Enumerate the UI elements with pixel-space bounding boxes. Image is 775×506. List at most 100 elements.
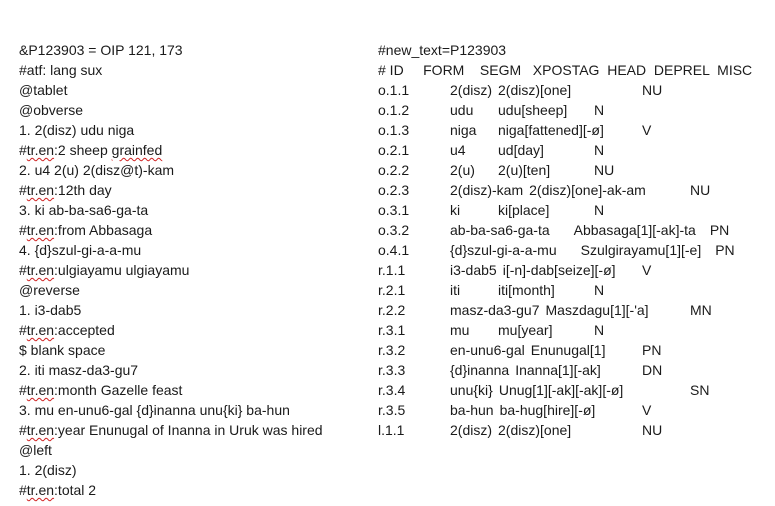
token-segm: 2(disz)[one]-ak-am [529, 182, 646, 198]
atf-line: &P123903 = OIP 121, 173 [19, 42, 183, 58]
token-xpostag: MN [690, 302, 712, 318]
token-id: o.1.3 [378, 122, 410, 138]
atf-line: #tr.en:month Gazelle feast [19, 382, 183, 398]
atf-line: 2. iti masz-da3-gu7 [19, 362, 139, 378]
atf-line: 4. {d}szul-gi-a-a-mu [19, 242, 142, 258]
atf-line: @obverse [19, 102, 84, 118]
token-form: mu [450, 322, 470, 338]
atf-line: #tr.en:year Enunugal of Inanna in Uruk w… [19, 422, 323, 438]
token-row: l.1.1 2(disz) 2(disz)[one] NU [378, 420, 773, 440]
token-row: o.3.2 ab-ba-sa6-ga-ta Abbasaga[1][-ak]-ta P… [378, 220, 773, 240]
spellcheck-flag: tr.en [26, 482, 55, 498]
token-segm: niga[fattened][-ø] [498, 122, 604, 138]
token-row: o.2.3 2(disz)-kam 2(disz)[one]-ak-am NU [378, 180, 773, 200]
token-xpostag: N [594, 142, 605, 158]
spellcheck-flag: tr.en [26, 142, 55, 158]
token-segm: iti[month] [498, 282, 555, 298]
token-row: r.3.5 ba-hun ba-hug[hire][-ø] V [378, 400, 773, 420]
token-form: ba-hun [450, 402, 494, 418]
token-xpostag: N [594, 282, 605, 298]
token-xpostag: V [642, 122, 652, 138]
atf-line: #tr.en:2 sheep grainfed [19, 142, 163, 158]
token-form: u4 [450, 142, 466, 158]
token-id: r.3.5 [378, 402, 406, 418]
column-header-line: # ID FORM SEGM XPOSTAG HEAD DEPREL MISC [378, 60, 773, 80]
token-row: o.4.1 {d}szul-gi-a-a-mu Szulgirayamu[1][-e… [378, 240, 773, 260]
token-segm: ud[day] [498, 142, 544, 158]
atf-line: #tr.en:total 2 [19, 482, 97, 498]
token-form: ki [450, 202, 461, 218]
atf-line: 3. mu en-unu6-gal {d}inanna unu{ki} ba-h… [19, 402, 290, 418]
spellcheck-flag: tr.en [26, 182, 55, 198]
token-id: o.2.2 [378, 162, 410, 178]
token-id: o.2.3 [378, 182, 410, 198]
token-segm: Abbasaga[1][-ak]-ta [573, 222, 696, 238]
token-segm: ki[place] [498, 202, 550, 218]
token-id: r.2.2 [378, 302, 406, 318]
token-row: r.3.3 {d}inanna Inanna[1][-ak] DN [378, 360, 773, 380]
token-form: ab-ba-sa6-ga-ta [450, 222, 550, 238]
atf-line: $ blank space [19, 342, 106, 358]
token-id: r.1.1 [378, 262, 406, 278]
token-segm: Enunugal[1] [530, 342, 606, 358]
token-rows: o.1.1 2(disz) 2(disz)[one] NU o.1.2 udu udu[sh… [378, 80, 773, 440]
token-xpostag: PN [709, 222, 730, 238]
token-segm: mu[year] [498, 322, 553, 338]
atf-line: #tr.en:12th day [19, 182, 112, 198]
token-id: o.4.1 [378, 242, 410, 258]
token-row: r.3.4 unu{ki} Unug[1][-ak][-ak][-ø] SN [378, 380, 773, 400]
atf-line: #atf: lang sux [19, 62, 103, 78]
token-form: 2(disz) [450, 82, 493, 98]
atf-line: 1. 2(disz) [19, 462, 77, 478]
token-row: o.1.1 2(disz) 2(disz)[one] NU [378, 80, 773, 100]
token-row: r.2.2 masz-da3-gu7 Maszdagu[1][-'a] MN [378, 300, 773, 320]
atf-line: @tablet [19, 82, 68, 98]
token-row: o.1.3 niga niga[fattened][-ø] V [378, 120, 773, 140]
token-id: r.2.1 [378, 282, 406, 298]
token-xpostag: PN [642, 342, 662, 358]
atf-line: #tr.en:from Abbasaga [19, 222, 153, 238]
spellcheck-flag: tr.en [26, 422, 55, 438]
token-xpostag: NU [594, 162, 615, 178]
atf-line: 3. ki ab-ba-sa6-ga-ta [19, 202, 149, 218]
token-row: r.3.1 mu mu[year] N [378, 320, 773, 340]
token-id: o.3.2 [378, 222, 410, 238]
token-segm: Unug[1][-ak][-ak][-ø] [498, 382, 624, 398]
token-xpostag: N [594, 322, 605, 338]
atf-line: #tr.en:ulgiayamu ulgiayamu [19, 262, 190, 278]
token-segm: udu[sheep] [498, 102, 568, 118]
token-xpostag: V [642, 402, 652, 418]
token-segm: Inanna[1][-ak] [515, 362, 601, 378]
token-id: o.1.1 [378, 82, 410, 98]
token-xpostag: NU [642, 422, 663, 438]
token-xpostag: NU [690, 182, 711, 198]
atf-line: #tr.en:accepted [19, 322, 115, 338]
spellcheck-flag: tr.en [26, 322, 55, 338]
token-xpostag: PN [715, 242, 735, 258]
atf-line: 2. u4 2(u) 2(disz@t)-kam [19, 162, 175, 178]
token-segm: Szulgirayamu[1][-e] [580, 242, 702, 258]
token-row: r.1.1 i3-dab5 i[-n]-dab[seize][-ø] V [378, 260, 773, 280]
atf-transliteration: &P123903 = OIP 121, 173 #atf: lang sux @ta… [19, 40, 371, 500]
token-id: o.2.1 [378, 142, 410, 158]
token-id: o.1.2 [378, 102, 410, 118]
new-text-line: #new_text=P123903 [378, 40, 773, 60]
token-row: r.2.1 iti iti[month] N [378, 280, 773, 300]
token-id: o.3.1 [378, 202, 410, 218]
token-xpostag: N [594, 102, 605, 118]
token-segm: 2(disz)[one] [498, 422, 572, 438]
token-id: r.3.4 [378, 382, 406, 398]
spellcheck-flag: tr.en [26, 262, 55, 278]
atf-line: 1. i3-dab5 [19, 302, 82, 318]
token-segm: i[-n]-dab[seize][-ø] [502, 262, 616, 278]
token-segm: 2(u)[ten] [498, 162, 551, 178]
spellcheck-flag: grainfed [111, 142, 163, 158]
atf-line: 1. 2(disz) udu niga [19, 122, 135, 138]
token-segm: ba-hug[hire][-ø] [499, 402, 596, 418]
token-row: o.2.2 2(u) 2(u)[ten] NU [378, 160, 773, 180]
token-id: l.1.1 [378, 422, 405, 438]
token-form: iti [450, 282, 461, 298]
token-form: unu{ki} [450, 382, 493, 398]
token-xpostag: NU [642, 82, 663, 98]
atf-line: @reverse [19, 282, 80, 298]
